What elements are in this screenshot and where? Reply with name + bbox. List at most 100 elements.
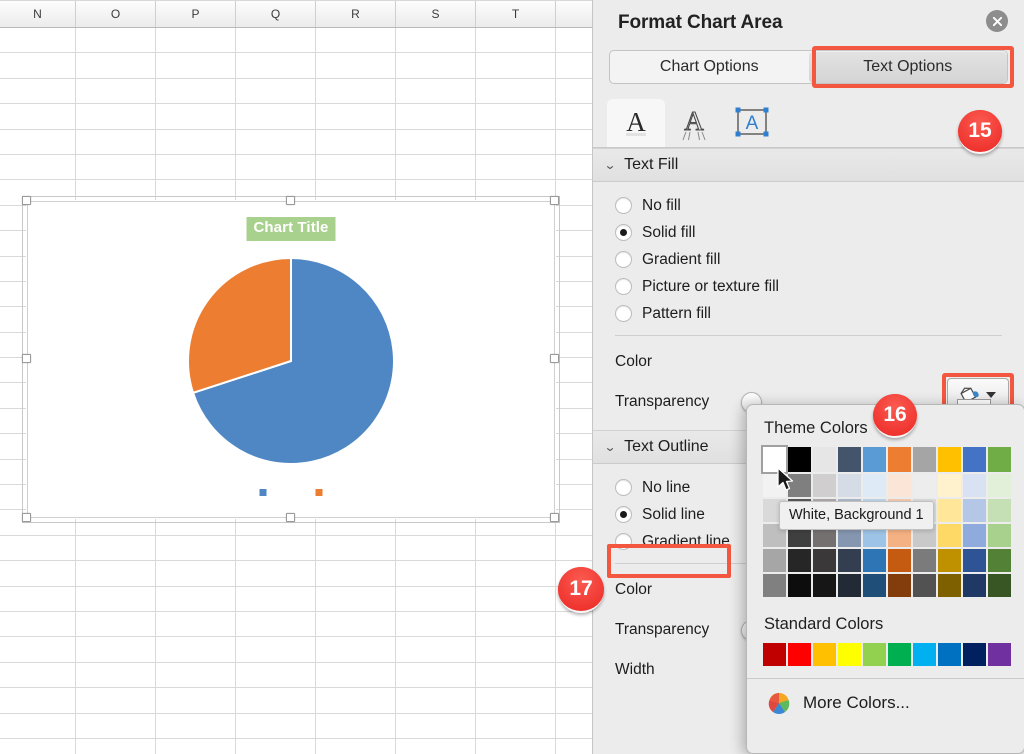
theme-color-swatch[interactable] bbox=[988, 447, 1011, 472]
grid-cell[interactable] bbox=[396, 713, 476, 738]
theme-color-swatch[interactable] bbox=[888, 574, 911, 597]
grid-cell[interactable] bbox=[156, 561, 236, 586]
standard-color-swatch[interactable] bbox=[813, 643, 836, 666]
grid-cell[interactable] bbox=[476, 713, 556, 738]
grid-cell[interactable] bbox=[396, 688, 476, 713]
grid-cell[interactable] bbox=[556, 307, 592, 332]
resize-handle-top-center[interactable] bbox=[286, 196, 295, 205]
grid-cell[interactable] bbox=[316, 154, 396, 180]
grid-cell[interactable] bbox=[556, 256, 592, 281]
grid-cell[interactable] bbox=[316, 688, 396, 713]
section-header-text-fill[interactable]: ⌄ Text Fill bbox=[593, 148, 1024, 182]
chart-legend[interactable] bbox=[259, 489, 323, 496]
grid-cell[interactable] bbox=[556, 129, 592, 154]
grid-cell[interactable] bbox=[236, 611, 316, 637]
grid-cell[interactable] bbox=[396, 53, 476, 78]
chart-title[interactable]: Chart Title bbox=[246, 217, 336, 241]
radio-solid-fill[interactable]: Solid fill bbox=[593, 219, 1024, 246]
grid-cell[interactable] bbox=[316, 129, 396, 154]
resize-handle-middle-right[interactable] bbox=[550, 354, 559, 363]
theme-color-swatch[interactable] bbox=[988, 499, 1011, 522]
grid-cell[interactable] bbox=[0, 713, 76, 738]
theme-color-swatch[interactable] bbox=[813, 474, 836, 497]
theme-color-swatch[interactable] bbox=[938, 574, 961, 597]
grid-cell[interactable] bbox=[156, 53, 236, 78]
grid-cell[interactable] bbox=[76, 535, 156, 561]
grid-cell[interactable] bbox=[236, 637, 316, 662]
grid-cell[interactable] bbox=[156, 662, 236, 688]
column-header-s[interactable]: S bbox=[396, 1, 476, 27]
theme-color-swatch[interactable] bbox=[913, 474, 936, 497]
grid-cell[interactable] bbox=[556, 713, 592, 738]
grid-cell[interactable] bbox=[396, 738, 476, 754]
grid-cell[interactable] bbox=[156, 78, 236, 104]
grid-cell[interactable] bbox=[236, 28, 316, 53]
theme-color-swatch[interactable] bbox=[988, 549, 1011, 572]
grid-cell[interactable] bbox=[0, 129, 76, 154]
grid-cell[interactable] bbox=[0, 611, 76, 637]
grid-cell[interactable] bbox=[76, 586, 156, 611]
text-box-a-icon[interactable]: A bbox=[723, 99, 781, 147]
resize-handle-top-right[interactable] bbox=[550, 196, 559, 205]
grid-cell[interactable] bbox=[236, 154, 316, 180]
grid-cell[interactable] bbox=[556, 205, 592, 231]
grid-cell[interactable] bbox=[236, 662, 316, 688]
theme-color-swatch[interactable] bbox=[838, 574, 861, 597]
standard-color-swatch[interactable] bbox=[963, 643, 986, 666]
grid-cell[interactable] bbox=[156, 738, 236, 754]
grid-cell[interactable] bbox=[236, 129, 316, 154]
grid-cell[interactable] bbox=[476, 637, 556, 662]
theme-color-swatch[interactable] bbox=[938, 474, 961, 497]
standard-color-swatch[interactable] bbox=[838, 643, 861, 666]
grid-cell[interactable] bbox=[316, 713, 396, 738]
grid-cell[interactable] bbox=[476, 53, 556, 78]
grid-cell[interactable] bbox=[156, 688, 236, 713]
grid-cell[interactable] bbox=[76, 662, 156, 688]
grid-cell[interactable] bbox=[0, 154, 76, 180]
grid-cell[interactable] bbox=[556, 180, 592, 205]
grid-cell[interactable] bbox=[316, 104, 396, 129]
grid-cell[interactable] bbox=[156, 104, 236, 129]
theme-color-swatch[interactable] bbox=[913, 447, 936, 472]
grid-cell[interactable] bbox=[476, 154, 556, 180]
theme-color-swatch[interactable] bbox=[963, 549, 986, 572]
theme-color-swatch[interactable] bbox=[838, 474, 861, 497]
theme-color-swatch[interactable] bbox=[838, 447, 861, 472]
grid-cell[interactable] bbox=[556, 611, 592, 637]
grid-cell[interactable] bbox=[556, 358, 592, 383]
grid-cell[interactable] bbox=[476, 611, 556, 637]
column-header-t[interactable]: T bbox=[476, 1, 556, 27]
grid-cell[interactable] bbox=[556, 535, 592, 561]
text-fill-a-icon[interactable]: A bbox=[607, 99, 665, 147]
theme-color-swatch[interactable] bbox=[963, 474, 986, 497]
grid-cell[interactable] bbox=[556, 281, 592, 307]
theme-color-swatch[interactable] bbox=[763, 574, 786, 597]
theme-color-swatch[interactable] bbox=[913, 574, 936, 597]
radio-no-fill[interactable]: No fill bbox=[593, 192, 1024, 219]
grid-cell[interactable] bbox=[0, 561, 76, 586]
grid-cell[interactable] bbox=[76, 154, 156, 180]
grid-cell[interactable] bbox=[0, 738, 76, 754]
resize-handle-bottom-right[interactable] bbox=[550, 513, 559, 522]
resize-handle-top-left[interactable] bbox=[22, 196, 31, 205]
grid-cell[interactable] bbox=[0, 535, 76, 561]
theme-color-swatch[interactable] bbox=[938, 499, 961, 522]
grid-cell[interactable] bbox=[76, 104, 156, 129]
grid-cell[interactable] bbox=[396, 662, 476, 688]
theme-color-swatch[interactable] bbox=[988, 474, 1011, 497]
grid-cell[interactable] bbox=[156, 129, 236, 154]
grid-cell[interactable] bbox=[236, 586, 316, 611]
theme-color-swatch[interactable] bbox=[763, 549, 786, 572]
grid-cell[interactable] bbox=[476, 78, 556, 104]
grid-cell[interactable] bbox=[316, 738, 396, 754]
grid-cell[interactable] bbox=[556, 459, 592, 485]
grid-cell[interactable] bbox=[476, 738, 556, 754]
grid-cell[interactable] bbox=[76, 129, 156, 154]
grid-cell[interactable] bbox=[556, 28, 592, 53]
grid-cell[interactable] bbox=[476, 586, 556, 611]
theme-color-swatch[interactable] bbox=[988, 524, 1011, 547]
tab-text-options[interactable]: Text Options bbox=[808, 51, 1007, 83]
theme-color-swatch[interactable] bbox=[963, 574, 986, 597]
grid-cell[interactable] bbox=[476, 129, 556, 154]
grid-cell[interactable] bbox=[76, 561, 156, 586]
